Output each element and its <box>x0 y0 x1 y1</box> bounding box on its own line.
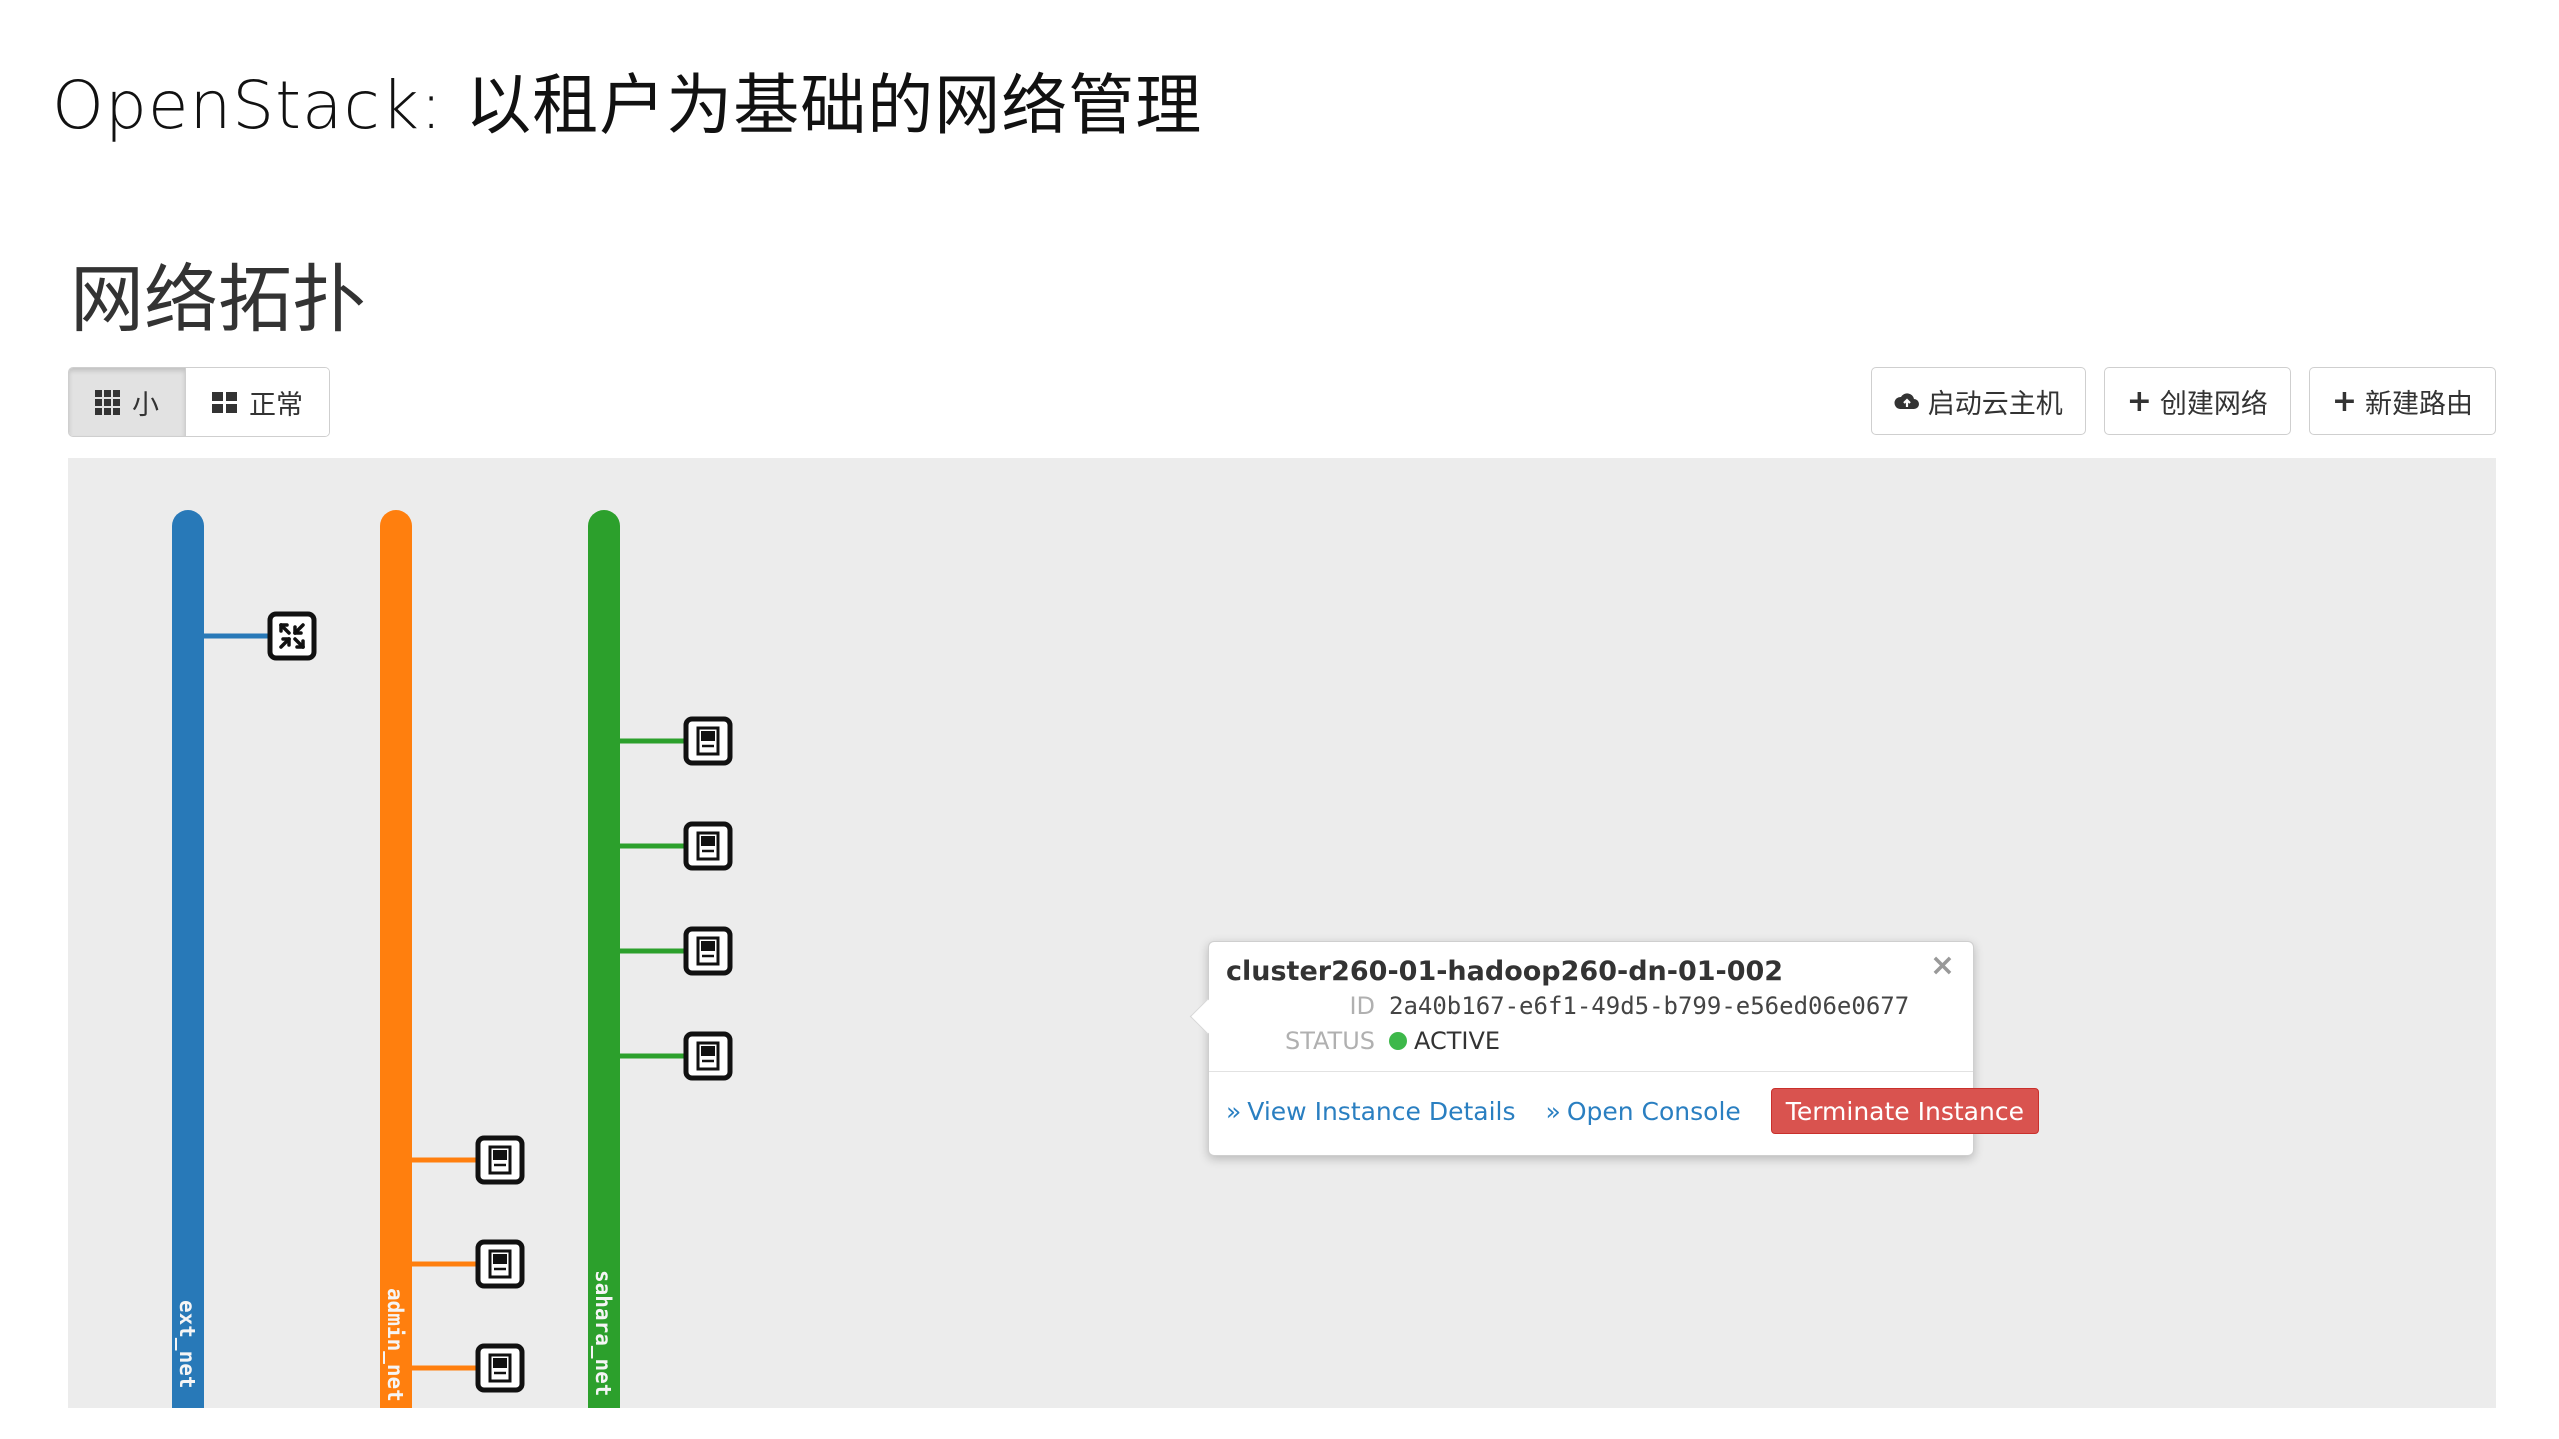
small-view-button[interactable]: 小 <box>69 368 185 436</box>
instance-id-row: ID 2a40b167-e6f1-49d5-b799-e56ed06e0677 <box>1209 992 1909 1020</box>
network-ext-net[interactable] <box>172 510 204 1408</box>
id-value: 2a40b167-e6f1-49d5-b799-e56ed06e0677 <box>1389 992 1910 1020</box>
view-instance-details-link[interactable]: » View Instance Details <box>1226 1097 1516 1126</box>
instance-node[interactable] <box>620 824 730 868</box>
server-instance-icon <box>686 1034 730 1078</box>
create-router-button[interactable]: + 新建路由 <box>2308 367 2496 435</box>
cloud-upload-icon <box>1894 393 1919 409</box>
network-label-admin-net: admin_net <box>383 1288 407 1402</box>
topology-canvas: ext_net admin_net sahara_net <box>68 458 2496 1408</box>
popup-divider <box>1209 1071 1973 1072</box>
instance-detail-popup: × cluster260-01-hadoop260-dn-01-002 ID 2… <box>1189 941 2039 1156</box>
normal-view-button[interactable]: 正常 <box>185 368 329 436</box>
instance-node[interactable] <box>620 929 730 973</box>
status-dot-icon <box>1389 1032 1407 1050</box>
launch-instance-label: 启动云主机 <box>1927 388 2063 420</box>
slide-title: OpenStack: 以租户为基础的网络管理 <box>52 67 1203 144</box>
small-grid-icon <box>95 389 120 415</box>
topology-actions: 启动云主机 + 创建网络 + 新建路由 <box>1870 367 2496 435</box>
status-value: ACTIVE <box>1414 1027 1501 1055</box>
terminate-instance-button[interactable]: Terminate Instance <box>1770 1088 2039 1134</box>
instance-node[interactable] <box>620 1034 730 1078</box>
id-label: ID <box>1349 992 1375 1020</box>
plus-icon: + <box>2331 383 2357 419</box>
create-network-label: 创建网络 <box>2159 388 2268 420</box>
close-icon[interactable]: × <box>1930 948 1955 983</box>
network-admin-net[interactable] <box>380 510 412 1408</box>
server-instance-icon <box>686 929 730 973</box>
network-label-sahara-net: sahara_net <box>591 1270 615 1397</box>
server-instance-icon <box>686 719 730 763</box>
status-label: STATUS <box>1284 1027 1375 1055</box>
popup-actions: » View Instance Details » Open Console Ter… <box>1226 1088 2039 1134</box>
instance-node[interactable] <box>620 719 730 763</box>
normal-view-label: 正常 <box>249 389 303 421</box>
instance-node[interactable] <box>412 1346 522 1390</box>
instance-node[interactable] <box>412 1138 522 1182</box>
server-instance-icon <box>478 1346 522 1390</box>
server-instance-icon <box>686 824 730 868</box>
large-grid-icon <box>212 391 237 413</box>
view-size-toggle: 小 正常 <box>68 367 330 437</box>
create-network-button[interactable]: + 创建网络 <box>2103 367 2291 435</box>
small-view-label: 小 <box>132 389 159 421</box>
network-label-ext-net: ext_net <box>175 1300 199 1389</box>
server-instance-icon <box>478 1242 522 1286</box>
create-router-label: 新建路由 <box>2365 388 2473 420</box>
page-title: 网络拓扑 <box>70 257 366 343</box>
instance-name: cluster260-01-hadoop260-dn-01-002 <box>1226 956 1784 987</box>
instance-node[interactable] <box>412 1242 522 1286</box>
instance-status-row: STATUS ACTIVE <box>1209 1027 1500 1055</box>
router-node[interactable] <box>204 611 317 661</box>
open-console-link[interactable]: » Open Console <box>1546 1097 1741 1126</box>
launch-instance-button[interactable]: 启动云主机 <box>1870 367 2086 435</box>
plus-icon: + <box>2126 383 2152 419</box>
server-instance-icon <box>478 1138 522 1182</box>
